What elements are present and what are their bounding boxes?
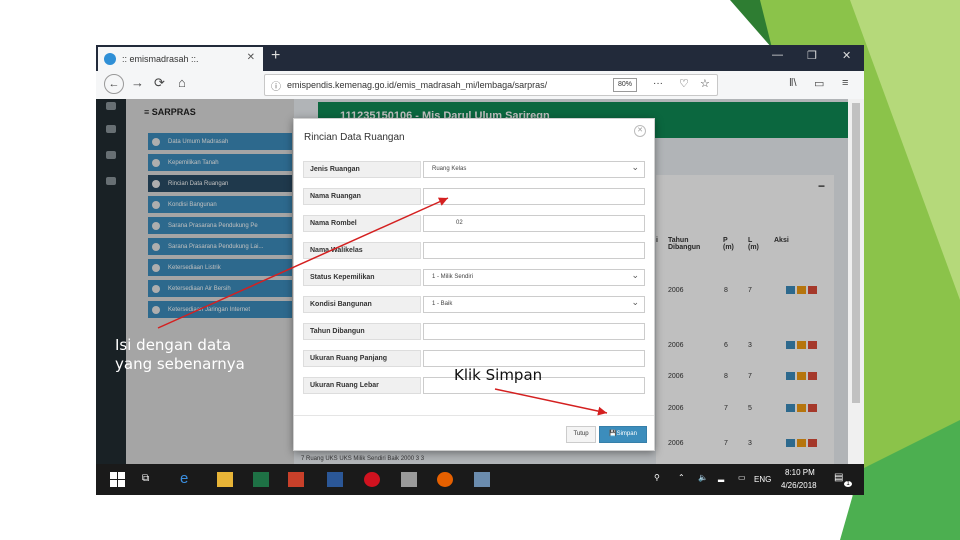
arrow-to-form <box>157 197 449 329</box>
arrow-to-save <box>494 388 608 416</box>
annotation-arrows <box>157 197 608 416</box>
